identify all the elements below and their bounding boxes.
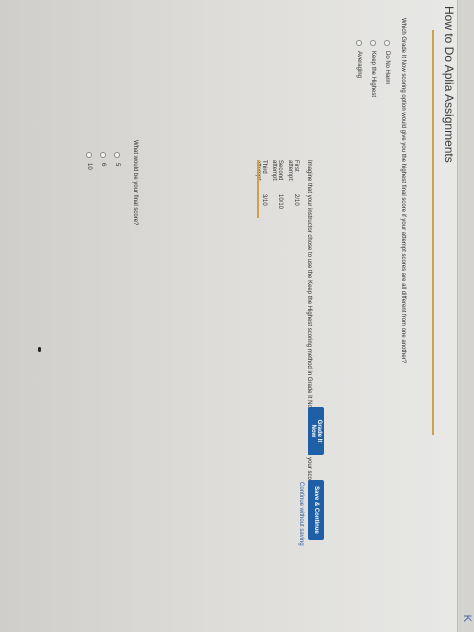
option-10[interactable]: 10: [86, 152, 92, 170]
option-6[interactable]: 6: [100, 152, 106, 170]
continue-without-saving-link[interactable]: Continue without saving: [298, 482, 304, 546]
option-label: 6: [100, 163, 106, 167]
score-value: 2/10: [293, 194, 299, 206]
option-keep-the-highest[interactable]: Keep the Highest: [370, 40, 376, 97]
question-1-options: Do No Harm Keep the Highest Averaging: [356, 40, 390, 97]
question-1-text: Which Grade It Now scoring option would …: [400, 18, 406, 364]
option-averaging[interactable]: Averaging: [356, 40, 362, 97]
corner-mark: K: [461, 614, 473, 622]
scores-divider: [257, 160, 259, 218]
radio-button[interactable]: [114, 152, 120, 158]
radio-button[interactable]: [370, 40, 376, 46]
radio-button[interactable]: [384, 40, 390, 46]
question-3-options: 5 6 10: [86, 152, 120, 170]
score-value: 10/10: [277, 194, 283, 210]
option-5[interactable]: 5: [114, 152, 120, 170]
radio-button[interactable]: [86, 152, 92, 158]
assignment-page: K How to Do Aplia Assignments Which Grad…: [0, 0, 474, 632]
option-do-no-harm[interactable]: Do No Harm: [384, 40, 390, 97]
page-title: How to Do Aplia Assignments: [442, 6, 456, 163]
score-label: Second attempt:: [271, 160, 283, 182]
score-label: First attempt:: [287, 160, 299, 182]
option-label: 10: [86, 163, 92, 170]
browser-top-strip: K: [457, 0, 474, 632]
option-label: Averaging: [356, 51, 362, 78]
question-3-text: What would be your final score?: [132, 140, 138, 226]
option-label: 5: [114, 163, 120, 167]
grade-it-now-button[interactable]: Grade It Now: [308, 407, 324, 455]
radio-button[interactable]: [356, 40, 362, 46]
radio-button[interactable]: [100, 152, 106, 158]
mouse-cursor: [38, 347, 41, 352]
save-and-continue-button[interactable]: Save & Continue: [308, 480, 324, 540]
option-label: Do No Harm: [384, 51, 390, 85]
scores-table: First attempt: 2/10 Second attempt: 10/1…: [255, 160, 299, 218]
title-divider: [432, 30, 434, 435]
option-label: Keep the Highest: [370, 51, 376, 98]
